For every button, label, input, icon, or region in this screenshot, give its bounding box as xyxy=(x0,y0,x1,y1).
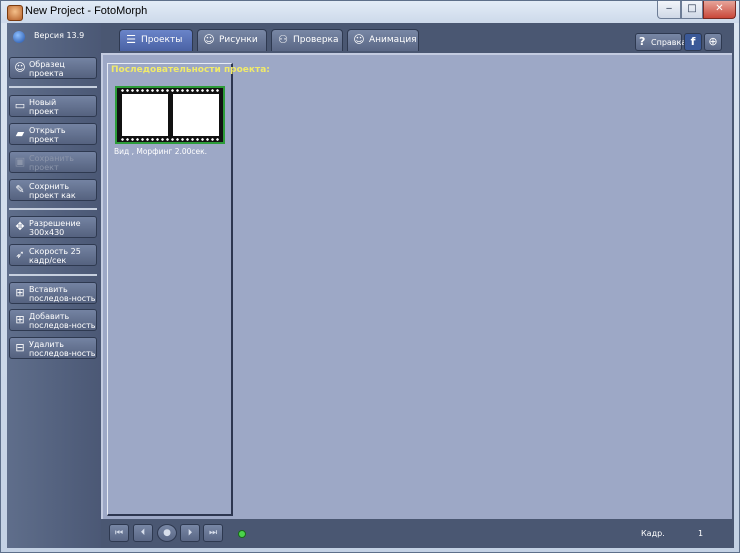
playback-bar: ⏮ ⏴ ● ⏵ ⏭ Кадр. 1 xyxy=(101,519,734,548)
sidebar-divider xyxy=(9,208,97,210)
tab-bar: ☰ Проекты ☺ Рисунки ⚇ Проверка ☺ Анимаци… xyxy=(101,23,734,53)
globe-logo-icon xyxy=(13,31,25,43)
insert-sequence-label: Вставить последов-ность xyxy=(29,285,96,303)
insert-sequence-icon: ⊞ xyxy=(15,286,25,299)
next-frame-button[interactable]: ⏵ xyxy=(180,524,200,542)
open-project-label: Открыть проект xyxy=(29,126,66,144)
globe-icon: ⊕ xyxy=(708,35,718,48)
sample-project-label: Образец проекта xyxy=(29,60,65,78)
tab-animation-label: Анимация xyxy=(369,35,417,45)
work-area: Последовательности проекта: Вид , Морфин… xyxy=(101,53,732,519)
help-icon: ? xyxy=(639,35,646,48)
pictures-icon: ☺ xyxy=(203,33,215,46)
window-title: New Project - FotoMorph xyxy=(25,5,148,17)
facebook-icon: f xyxy=(690,35,696,48)
client-area: Версия 13.9 ☺ Образец проекта ▭ Новый пр… xyxy=(7,23,734,548)
version-label: Версия 13.9 xyxy=(34,31,85,40)
last-frame-button[interactable]: ⏭ xyxy=(203,524,223,542)
insert-sequence-button[interactable]: ⊞ Вставить последов-ность xyxy=(9,282,97,304)
version-row: Версия 13.9 xyxy=(9,29,99,45)
open-folder-icon: ▰ xyxy=(15,127,25,140)
new-document-icon: ▭ xyxy=(14,99,26,112)
sidebar: Версия 13.9 ☺ Образец проекта ▭ Новый пр… xyxy=(7,23,101,548)
save-project-as-button[interactable]: ✎ Сохрнить проект как xyxy=(9,179,97,201)
sequence-caption: Вид , Морфинг 2.00сек. xyxy=(114,147,208,156)
tab-review-label: Проверка xyxy=(293,35,339,45)
save-project-label: Сохранить проект xyxy=(29,154,74,172)
play-button[interactable]: ● xyxy=(157,524,177,542)
sequences-title: Последовательности проекта: xyxy=(111,65,270,75)
film-perforation xyxy=(120,89,220,92)
sequence-frame-end xyxy=(173,94,219,136)
help-label: Справка xyxy=(651,38,687,47)
website-button[interactable]: ⊕ xyxy=(704,33,722,51)
speed-label: Скорость 25 кадр/сек xyxy=(29,247,81,265)
film-perforation xyxy=(120,138,220,141)
sidebar-divider xyxy=(9,86,97,88)
app-window: New Project - FotoMorph ‒ □ ✕ Версия 13.… xyxy=(0,0,740,553)
frame-value: 1 xyxy=(698,529,704,538)
new-project-label: Новый проект xyxy=(29,98,59,116)
new-project-button[interactable]: ▭ Новый проект xyxy=(9,95,97,117)
sequences-panel: Последовательности проекта: Вид , Морфин… xyxy=(107,63,270,516)
sequence-frame-start xyxy=(122,94,168,136)
tab-pictures[interactable]: ☺ Рисунки xyxy=(197,29,267,51)
resolution-button[interactable]: ✥ Разрешение 300x430 xyxy=(9,216,97,238)
status-indicator-icon xyxy=(238,530,246,538)
maximize-button[interactable]: □ xyxy=(681,1,703,19)
close-button[interactable]: ✕ xyxy=(703,1,736,19)
first-frame-button[interactable]: ⏮ xyxy=(109,524,129,542)
speed-button[interactable]: ➶ Скорость 25 кадр/сек xyxy=(9,244,97,266)
open-project-button[interactable]: ▰ Открыть проект xyxy=(9,123,97,145)
speed-icon: ➶ xyxy=(15,248,25,261)
sequence-filmstrip[interactable] xyxy=(115,86,225,144)
resize-icon: ✥ xyxy=(15,220,25,233)
add-sequence-icon: ⊞ xyxy=(15,313,25,326)
review-icon: ⚇ xyxy=(278,33,288,46)
help-button[interactable]: ? Справка xyxy=(635,33,686,51)
title-bar[interactable]: New Project - FotoMorph ‒ □ ✕ xyxy=(1,1,739,23)
save-icon: ▣ xyxy=(14,155,26,168)
minimize-button[interactable]: ‒ xyxy=(657,1,681,19)
projects-icon: ☰ xyxy=(126,33,136,46)
facebook-button[interactable]: f xyxy=(684,33,702,51)
previous-frame-button[interactable]: ⏴ xyxy=(133,524,153,542)
resolution-label: Разрешение 300x430 xyxy=(29,219,81,237)
add-sequence-label: Добавить последов-ность xyxy=(29,312,96,330)
tab-animation[interactable]: ☺ Анимация xyxy=(347,29,419,51)
save-as-icon: ✎ xyxy=(15,183,25,196)
add-sequence-button[interactable]: ⊞ Добавить последов-ность xyxy=(9,309,97,331)
delete-sequence-icon: ⊟ xyxy=(15,341,25,354)
tab-projects[interactable]: ☰ Проекты xyxy=(119,29,193,51)
delete-sequence-button[interactable]: ⊟ Удалить последов-ность xyxy=(9,337,97,359)
animation-icon: ☺ xyxy=(353,33,365,46)
delete-sequence-label: Удалить последов-ность xyxy=(29,340,96,358)
tab-review[interactable]: ⚇ Проверка xyxy=(271,29,343,51)
portrait-icon: ☺ xyxy=(14,61,26,74)
tab-projects-label: Проекты xyxy=(141,35,183,45)
sample-project-button[interactable]: ☺ Образец проекта xyxy=(9,57,97,79)
tab-pictures-label: Рисунки xyxy=(219,35,258,45)
fotomorph-app-icon xyxy=(7,5,23,21)
sidebar-divider xyxy=(9,274,97,276)
frame-label: Кадр. xyxy=(641,529,665,538)
save-project-button[interactable]: ▣ Сохранить проект xyxy=(9,151,97,173)
save-project-as-label: Сохрнить проект как xyxy=(29,182,76,200)
